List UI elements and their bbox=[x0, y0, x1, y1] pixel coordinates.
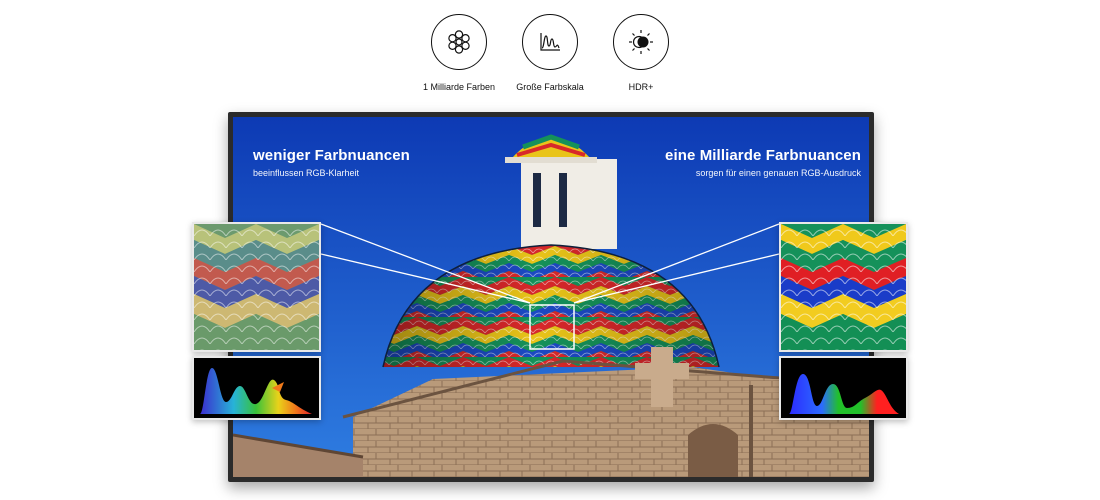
zoom-tiles-vivid bbox=[781, 224, 906, 350]
feature-label: HDR+ bbox=[628, 82, 654, 92]
waveform-chart-icon bbox=[522, 14, 578, 70]
spectrum-histogram-right bbox=[781, 358, 906, 418]
zoom-detail-billion-colors bbox=[779, 222, 908, 352]
flower-icon bbox=[431, 14, 487, 70]
right-caption-subtext: sorgen für einen genauen RGB-Ausdruck bbox=[695, 168, 861, 178]
feature-hdr: HDR+ bbox=[586, 14, 696, 92]
left-caption-heading: weniger Farbnuancen bbox=[253, 147, 410, 164]
tv-screen: weniger Farbnuancen beeinflussen RGB-Kla… bbox=[233, 117, 869, 477]
right-caption-heading: eine Milliarde Farbnuancen bbox=[665, 147, 861, 164]
left-caption-subtext: beeinflussen RGB-Klarheit bbox=[253, 168, 360, 178]
tv-display: weniger Farbnuancen beeinflussen RGB-Kla… bbox=[228, 112, 874, 482]
zoom-tiles-muted bbox=[194, 224, 319, 350]
histogram-billion-colors bbox=[779, 356, 908, 420]
right-caption: eine Milliarde Farbnuancen sorgen für ei… bbox=[665, 147, 861, 178]
brightness-contrast-icon bbox=[613, 14, 669, 70]
spectrum-histogram-left bbox=[194, 358, 319, 418]
histogram-fewer-colors bbox=[192, 356, 321, 420]
left-caption: weniger Farbnuancen beeinflussen RGB-Kla… bbox=[253, 147, 410, 178]
zoom-detail-fewer-colors bbox=[192, 222, 321, 352]
